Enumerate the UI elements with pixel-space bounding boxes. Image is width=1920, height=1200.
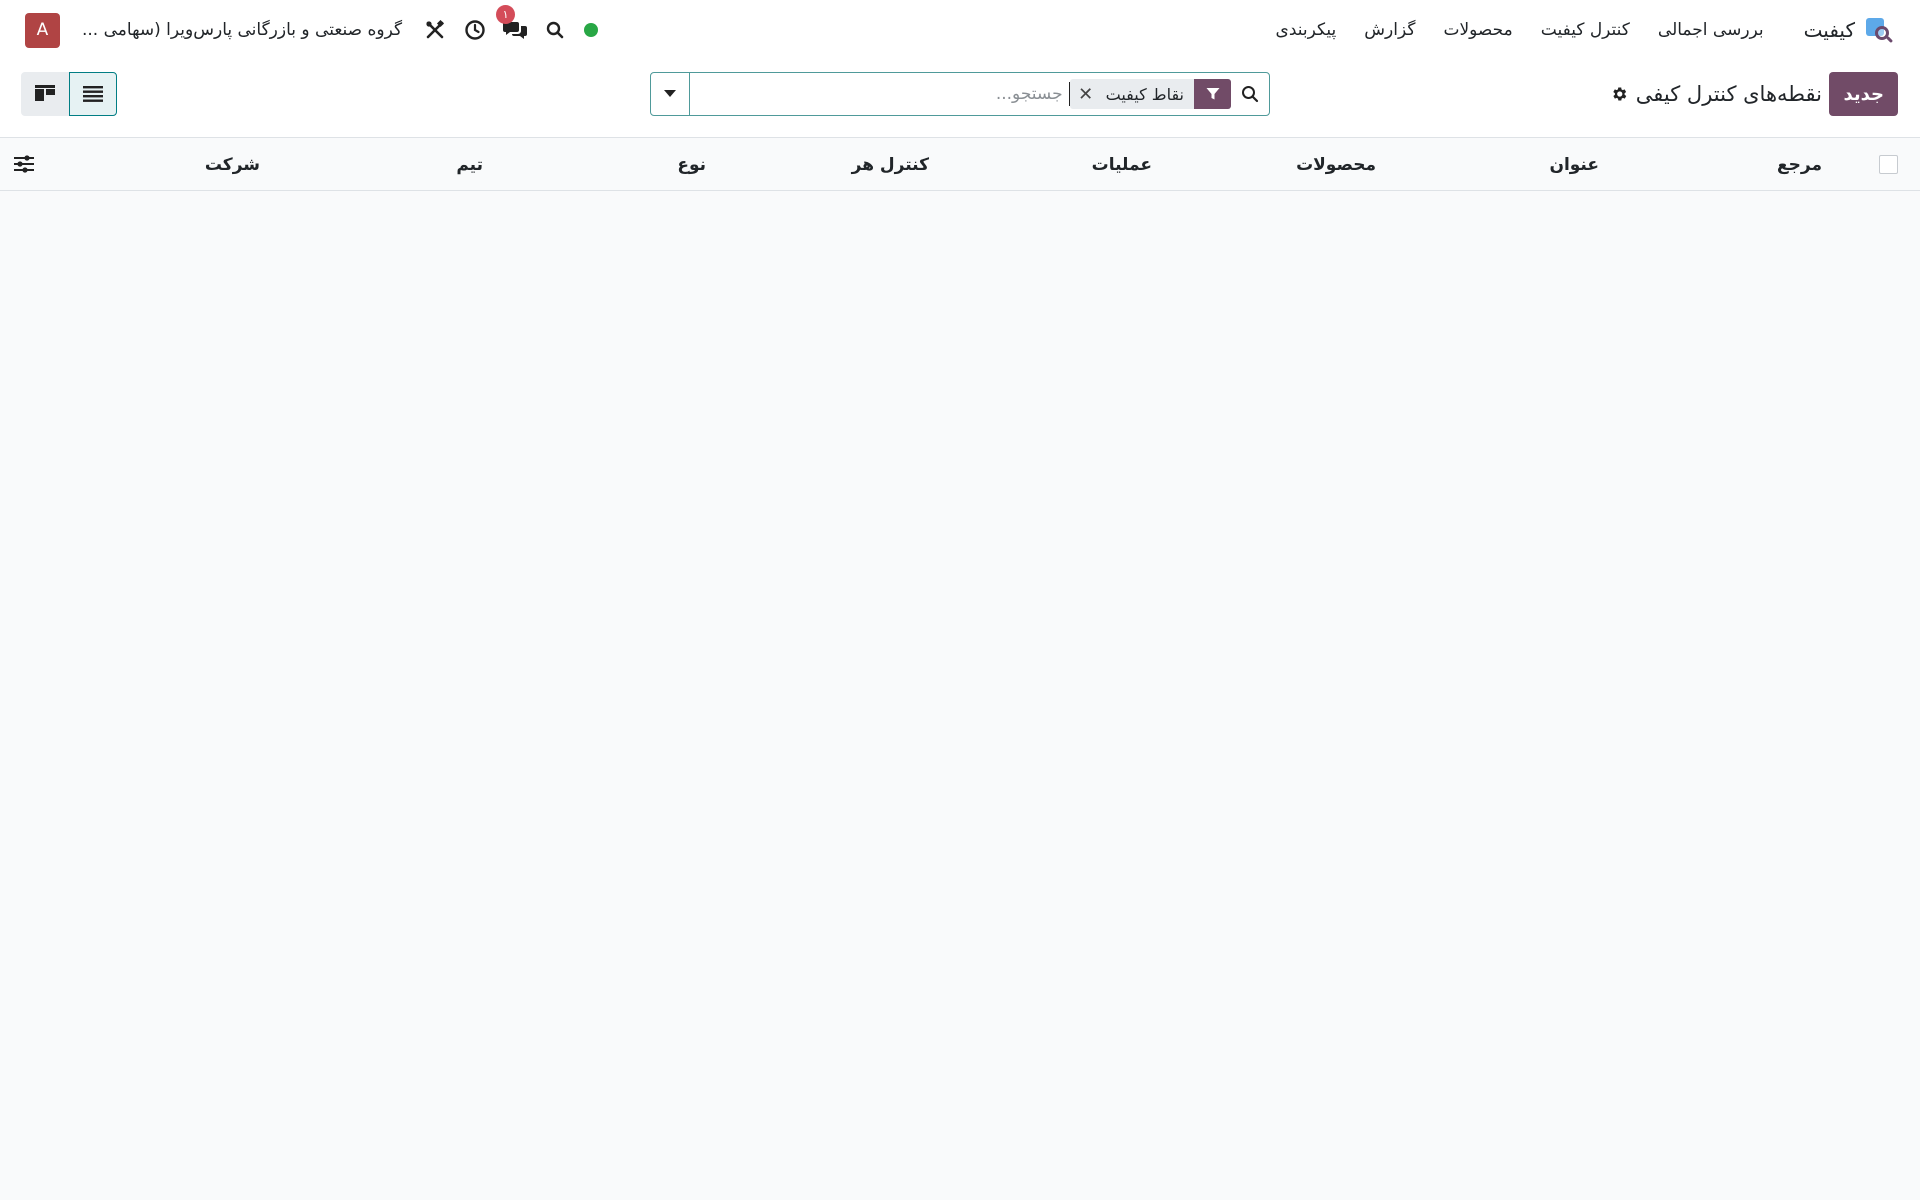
app-brand[interactable]: کیفیت	[1804, 15, 1895, 45]
message-count-badge: ۱	[496, 5, 516, 24]
list-view-button[interactable]	[69, 72, 117, 116]
facet-label: نقاط کیفیت	[1105, 84, 1184, 104]
activity-clock-icon[interactable]	[462, 17, 488, 43]
column-reference[interactable]: مرجع	[1777, 138, 1822, 191]
menu-products[interactable]: محصولات	[1429, 20, 1526, 40]
menu-quality-control[interactable]: کنترل کیفیت	[1527, 20, 1644, 40]
column-title[interactable]: عنوان	[1549, 138, 1599, 191]
facet-remove-icon[interactable]: ✕	[1070, 84, 1096, 105]
kanban-icon	[35, 85, 55, 101]
list-body	[0, 192, 1920, 1200]
top-navbar: کیفیت بررسی اجمالی کنترل کیفیت محصولات گ…	[0, 0, 1920, 60]
app-name[interactable]: کیفیت	[1804, 18, 1855, 42]
new-button[interactable]: جدید	[1829, 72, 1898, 116]
user-avatar[interactable]: A	[25, 12, 60, 48]
select-all-checkbox-cell	[1879, 138, 1898, 191]
text-cursor	[1068, 82, 1070, 106]
column-company[interactable]: شرکت	[205, 138, 260, 191]
column-team[interactable]: تیم	[456, 138, 483, 191]
column-operations[interactable]: عملیات	[1092, 138, 1152, 191]
filter-icon	[1194, 79, 1231, 109]
search-input[interactable]	[690, 73, 1065, 115]
gear-icon[interactable]	[1610, 85, 1628, 103]
column-products[interactable]: محصولات	[1296, 138, 1376, 191]
breadcrumb: نقطه‌های کنترل کیفی	[1610, 76, 1822, 112]
kanban-view-button[interactable]	[21, 72, 69, 116]
column-type[interactable]: نوع	[677, 138, 706, 191]
view-switcher	[21, 72, 117, 116]
list-icon	[83, 86, 103, 102]
main-menu: کیفیت بررسی اجمالی کنترل کیفیت محصولات گ…	[1262, 0, 1895, 60]
list-header: مرجع عنوان محصولات عملیات کنترل هر نوع ت…	[0, 138, 1920, 191]
column-control-per[interactable]: کنترل هر	[852, 138, 929, 191]
optional-columns-toggle[interactable]	[12, 152, 36, 176]
search-options-toggle[interactable]	[651, 73, 690, 115]
systray: A گروه صنعتی و بازرگانی پارس‌ویرا (سهامی…	[25, 5, 599, 48]
messaging-icon[interactable]: ۱	[496, 5, 528, 43]
select-all-checkbox[interactable]	[1879, 155, 1898, 174]
quality-app-icon	[1865, 15, 1895, 45]
search-icon[interactable]	[542, 17, 568, 43]
caret-down-icon	[664, 90, 676, 97]
debug-tools-icon[interactable]	[422, 17, 448, 43]
menu-configuration[interactable]: پیکربندی	[1262, 20, 1351, 40]
search-facet: نقاط کیفیت ✕	[1069, 79, 1231, 109]
menu-overview[interactable]: بررسی اجمالی	[1644, 20, 1778, 40]
page-title: نقطه‌های کنترل کیفی	[1635, 82, 1822, 106]
presence-status-indicator	[584, 23, 599, 37]
control-panel: جدید نقطه‌های کنترل کیفی نقاط کیفیت ✕	[0, 60, 1920, 138]
search-bar: نقاط کیفیت ✕	[650, 72, 1270, 116]
company-switcher[interactable]: گروه صنعتی و بازرگانی پارس‌ویرا (سهامی .…	[82, 20, 402, 40]
menu-reporting[interactable]: گزارش	[1350, 20, 1429, 40]
sliders-icon	[14, 155, 34, 173]
search-submit-icon[interactable]	[1231, 73, 1269, 115]
